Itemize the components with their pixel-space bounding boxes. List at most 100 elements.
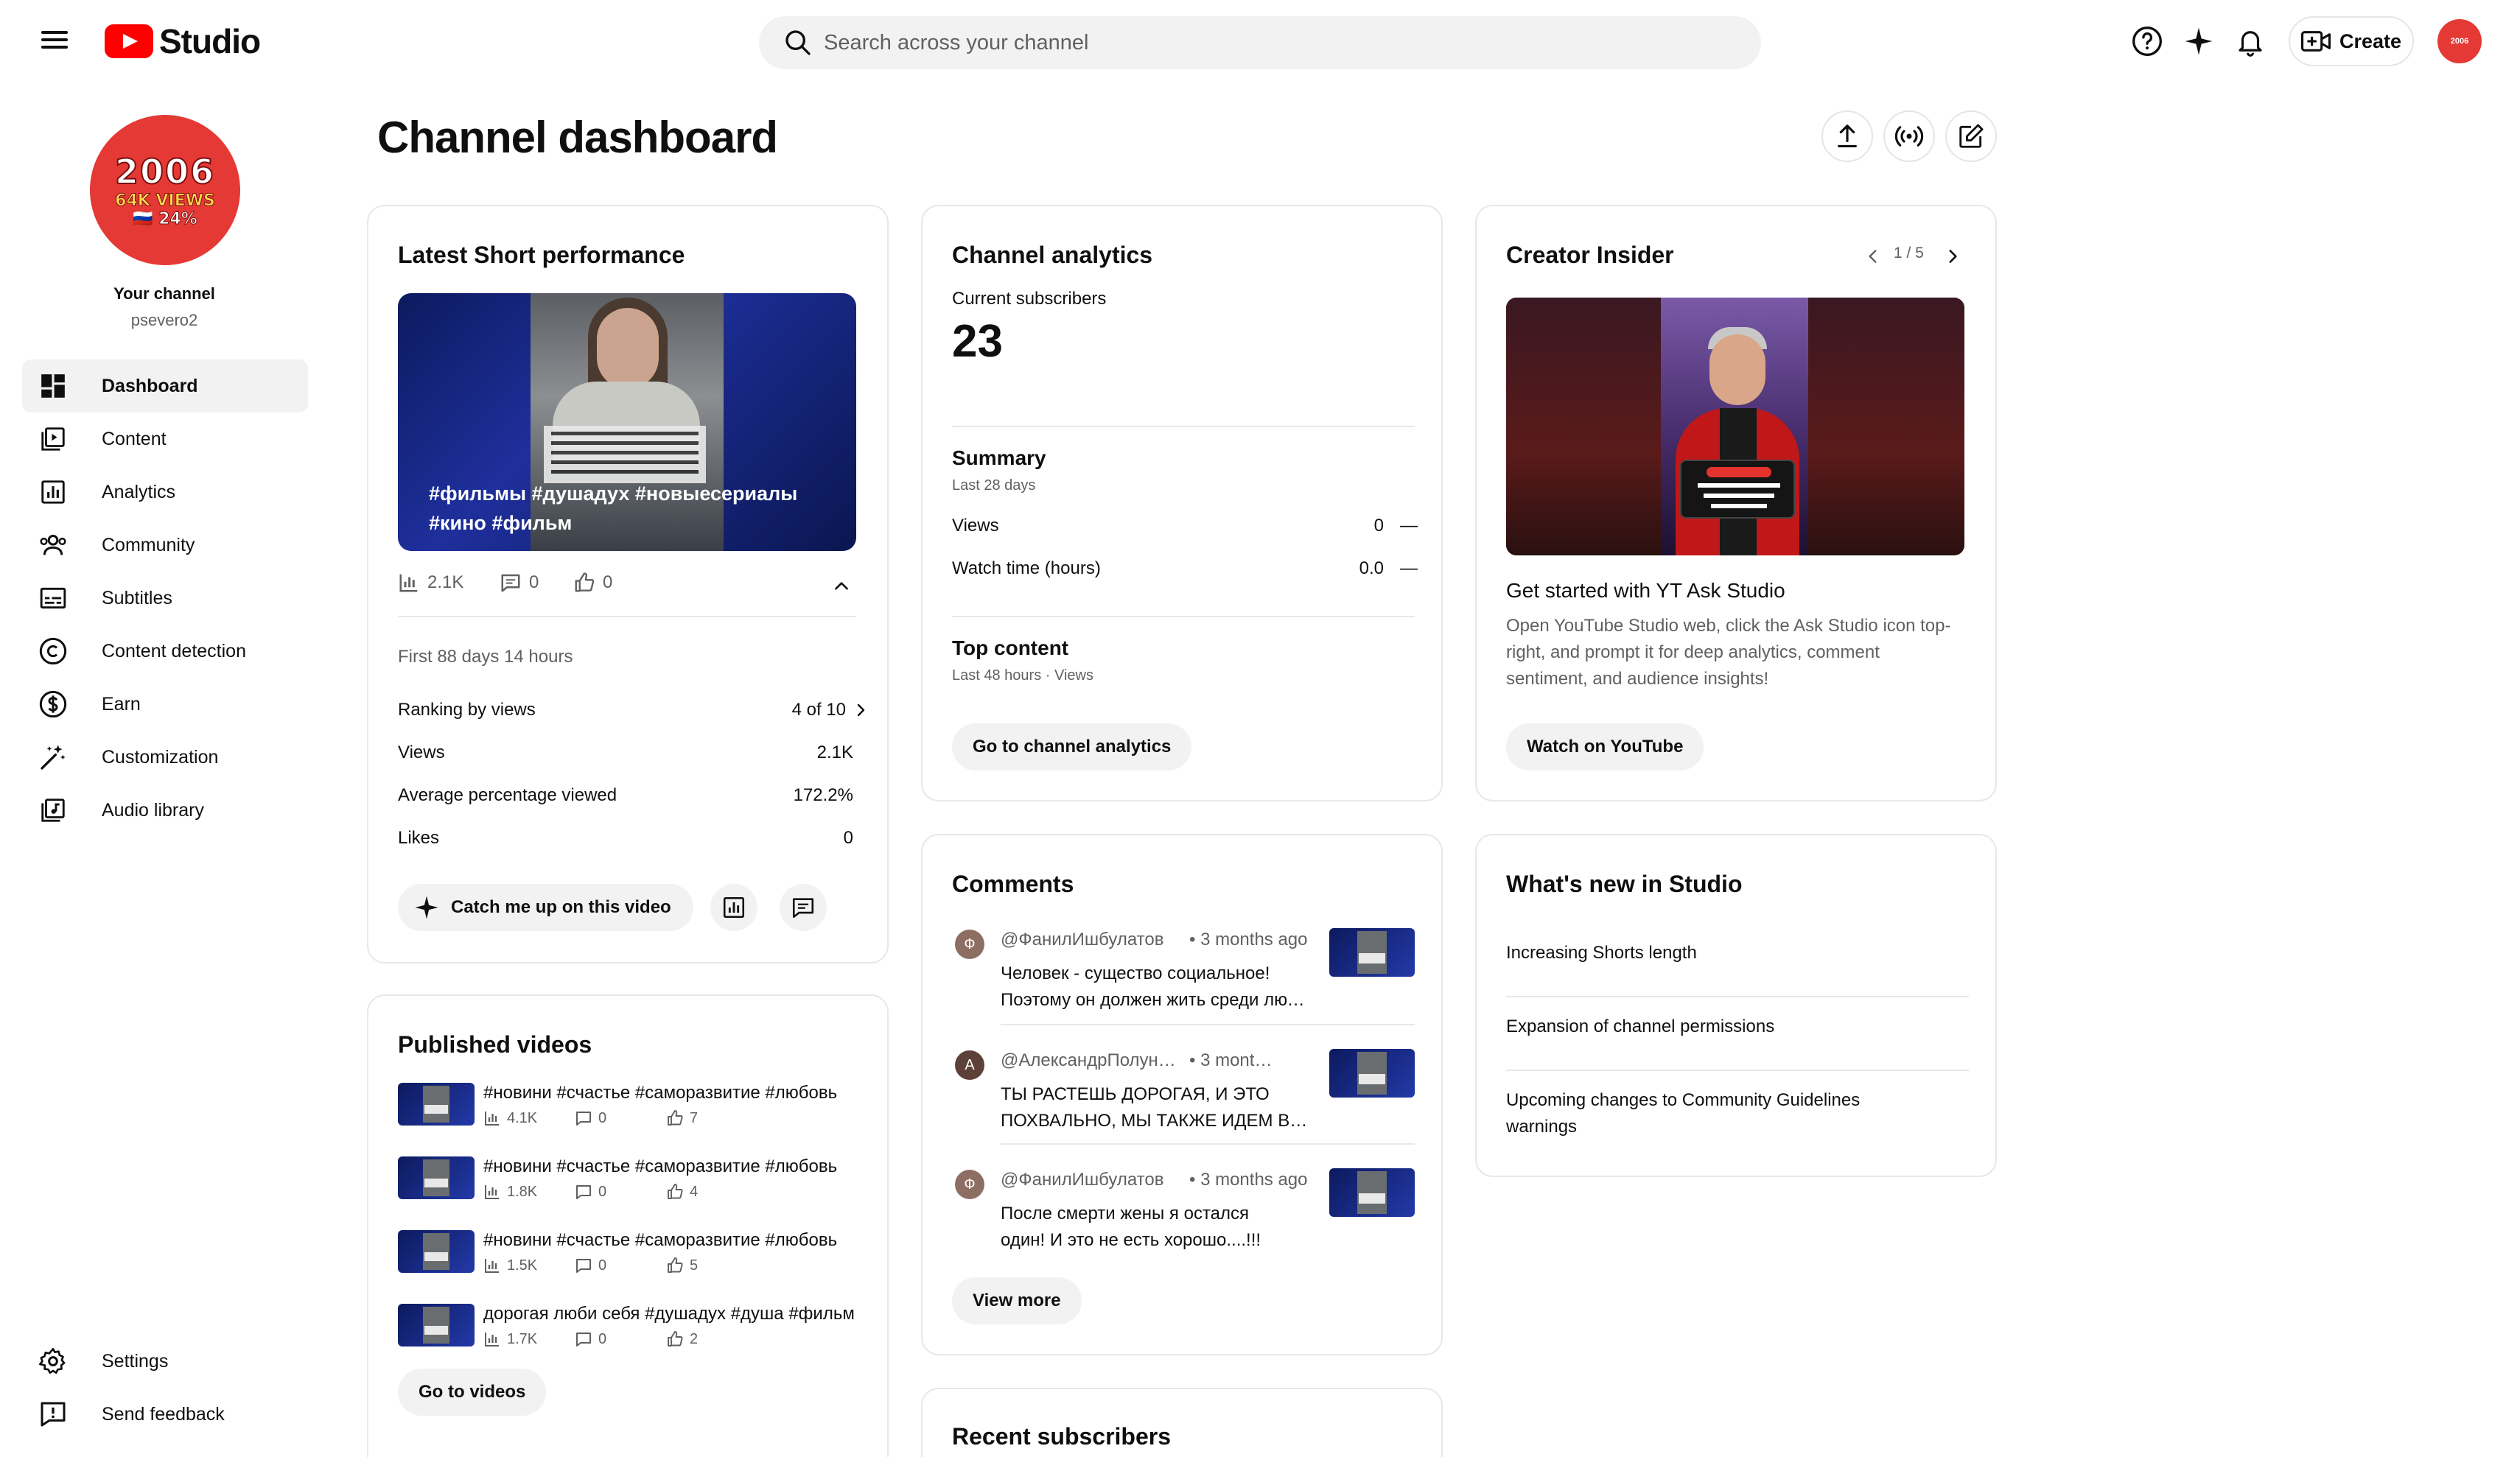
upload-button[interactable] [1821,110,1873,162]
list-item[interactable]: #новини #счастье #саморазвитие #любовь 1… [398,1156,869,1215]
list-item[interactable]: #новини #счастье #саморазвитие #любовь 1… [398,1230,869,1289]
insider-video-thumbnail[interactable] [1506,298,1964,555]
video-likes-stat: 5 [666,1257,698,1274]
chevron-right-icon[interactable] [1938,242,1967,271]
menu-icon[interactable] [38,27,71,56]
channel-avatar[interactable]: 2006 64K VIEWS 🇷🇺 24% [90,115,240,265]
insider-video-title[interactable]: Get started with YT Ask Studio [1506,579,1785,603]
news-item[interactable]: Increasing Shorts length [1506,940,1969,966]
channel-avatar-pct: 🇷🇺 24% [133,210,198,229]
thumbs-up-icon [668,1184,683,1199]
commenter-avatar: Ф [955,930,984,959]
watch-on-youtube-button[interactable]: Watch on YouTube [1506,723,1704,770]
app-name: Studio [159,22,261,60]
sparkle-icon [415,896,438,919]
video-title: #новини #счастье #саморазвитие #любовь [483,1083,838,1103]
comment-line: один! И это не есть хорошо....!!! [1001,1230,1261,1250]
comment-icon [576,1259,591,1273]
short-caption-line: #фильмы #душадух #новыесериалы [429,482,798,505]
top-content-title: Top content [952,636,1069,659]
chevron-left-icon[interactable] [1858,242,1888,271]
sidebar-item-subtitles[interactable]: Subtitles [22,572,308,625]
short-comments-button[interactable] [780,884,827,931]
sidebar-item-label: Customization [102,746,219,768]
short-caption: #фильмы #душадух #новыесериалы #кино #фи… [429,479,841,538]
short-comments-stat: 0 [500,572,539,594]
row-value: 0 [1373,516,1384,536]
chevron-up-icon[interactable] [827,572,856,601]
sidebar-item-community[interactable]: Community [22,519,308,572]
studio-logo[interactable]: Studio [105,21,261,62]
news-item[interactable]: Upcoming changes to Community Guidelines… [1506,1087,1919,1140]
news-item[interactable]: Expansion of channel permissions [1506,1014,1969,1040]
row-label: Ranking by views [398,700,536,720]
sidebar-item-dashboard[interactable]: Dashboard [22,359,308,412]
divider [398,616,856,617]
sidebar-item-analytics[interactable]: Analytics [22,466,308,519]
summary-views-row: Views 0 — [952,516,1418,536]
card-title: Comments [952,871,1074,897]
help-icon[interactable] [2128,22,2166,60]
sidebar-item-settings[interactable]: Settings [22,1335,308,1388]
comment-item[interactable]: Ф @ФанилИшбулатов • 3 months ago Человек… [952,924,1415,1034]
catch-me-up-label: Catch me up on this video [451,897,671,917]
card-title: Channel analytics [952,242,1153,268]
go-to-channel-analytics-button[interactable]: Go to channel analytics [952,723,1192,770]
row-label: Average percentage viewed [398,785,617,805]
comment-video-thumbnail [1329,928,1415,977]
ranking-row[interactable]: Ranking by views 4 of 10 [398,700,869,720]
card-title: Latest Short performance [398,242,685,268]
video-likes-stat: 4 [666,1183,698,1201]
row-value: 2.1K [816,742,853,762]
comment-text: После смерти жены я остался один! И это н… [1001,1201,1310,1254]
thumbs-up-icon [575,572,595,592]
notifications-bell-icon[interactable] [2231,22,2269,60]
create-post-button[interactable] [1945,110,1997,162]
sidebar-item-earn[interactable]: Earn [22,678,308,731]
sidebar-item-label: Community [102,534,195,555]
comment-line: Поэтому он должен жить среди людей [1001,990,1310,1010]
short-analytics-button[interactable] [710,884,757,931]
list-item[interactable]: #новини #счастье #саморазвитие #любовь 4… [398,1083,869,1142]
sidebar-item-customization[interactable]: Customization [22,731,308,784]
video-views-stat: 4.1K [483,1109,537,1127]
comment-item[interactable]: Ф @ФанилИшбулатов • 3 months ago После с… [952,1164,1415,1274]
upload-icon [1838,124,1857,148]
short-thumbnail[interactable]: #фильмы #душадух #новыесериалы #кино #фи… [398,293,856,551]
recent-subscribers-card: Recent subscribers [921,1388,1443,1457]
go-to-videos-button[interactable]: Go to videos [398,1369,547,1416]
go-live-button[interactable] [1883,110,1935,162]
sidebar-item-content[interactable]: Content [22,412,308,466]
row-value: 4 of 10 [791,700,846,720]
thumbs-up-icon [668,1257,683,1273]
search-input[interactable] [824,30,1708,55]
account-avatar[interactable]: 2006 [2437,19,2482,63]
sidebar-item-audio-library[interactable]: Audio library [22,784,308,837]
create-button[interactable]: Create [2289,16,2414,66]
list-item[interactable]: дорогая люби себя #душадух #душа #фильм … [398,1304,869,1363]
comment-time: • 3 months ago [1189,930,1308,949]
ask-studio-sparkle-icon[interactable] [2180,22,2218,60]
feedback-icon [37,1398,69,1430]
video-likes-value: 2 [690,1330,699,1347]
sidebar-bottom-nav: Settings Send feedback [22,1335,308,1441]
search-bar[interactable] [759,16,1761,69]
comment-line: После смерти жены я остался [1001,1204,1250,1223]
row-label: Views [398,742,445,762]
row-label: Views [952,516,999,536]
comment-line: ПОХВАЛЬНО, МЫ ТАКЖЕ ИДЕМ ВПЕРЕД [1001,1111,1310,1131]
video-likes-stat: 2 [666,1330,698,1348]
catch-me-up-button[interactable]: Catch me up on this video [398,884,693,931]
search-icon[interactable] [772,16,824,69]
video-likes-stat: 7 [666,1109,698,1127]
sidebar-item-content-detection[interactable]: Content detection [22,625,308,678]
insider-description: Open YouTube Studio web, click the Ask S… [1506,616,1951,689]
sidebar-item-send-feedback[interactable]: Send feedback [22,1388,308,1441]
view-more-comments-button[interactable]: View more [952,1277,1082,1324]
sidebar-item-label: Send feedback [102,1403,225,1425]
comment-icon [576,1185,591,1199]
comment-author: @ФанилИшбулатов [1001,1170,1164,1190]
video-thumbnail [398,1304,475,1347]
comment-item[interactable]: А @АлександрПолунин- • 3 months ago ТЫ Р… [952,1045,1415,1155]
comment-line: Человек - существо социальное! [1001,963,1270,983]
